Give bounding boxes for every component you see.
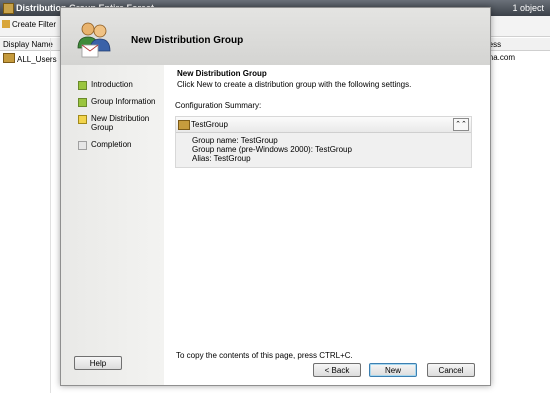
object-count: 1 object xyxy=(512,3,544,13)
summary-item-header[interactable]: TestGroup ⌃⌃ xyxy=(176,117,471,133)
new-distribution-group-dialog: New Distribution Group Introduction Grou… xyxy=(60,7,491,386)
dialog-title: New Distribution Group xyxy=(131,35,244,46)
group-icon xyxy=(3,3,14,14)
wizard-steps: Introduction Group Information New Distr… xyxy=(61,65,164,385)
create-filter-button[interactable]: Create Filter xyxy=(2,20,56,29)
summary-line: Alias: TestGroup xyxy=(192,154,251,163)
step-complete-icon xyxy=(78,98,87,107)
group-icon xyxy=(3,53,15,63)
group-icon xyxy=(178,120,190,130)
page-heading: New Distribution Group xyxy=(177,69,267,78)
configuration-summary-label: Configuration Summary: xyxy=(175,101,262,110)
list-item-address: ina.com xyxy=(487,53,516,62)
copy-hint: To copy the contents of this page, press… xyxy=(176,351,353,360)
step-group-information[interactable]: Group Information xyxy=(78,97,155,107)
summary-line: Group name: TestGroup xyxy=(192,136,278,145)
page-subtitle: Click New to create a distribution group… xyxy=(177,80,412,89)
help-button[interactable]: Help xyxy=(74,356,122,370)
new-button[interactable]: New xyxy=(369,363,417,377)
filter-icon xyxy=(2,20,10,28)
list-item[interactable]: ALL_Users xyxy=(3,53,57,64)
users-group-icon xyxy=(77,22,111,58)
step-completion[interactable]: Completion xyxy=(78,140,131,150)
summary-item-name: TestGroup xyxy=(191,120,228,129)
step-pending-icon xyxy=(78,141,87,150)
step-introduction[interactable]: Introduction xyxy=(78,80,133,90)
dialog-header: New Distribution Group xyxy=(61,8,490,65)
summary-line: Group name (pre-Windows 2000): TestGroup xyxy=(192,145,352,154)
back-button[interactable]: < Back xyxy=(313,363,361,377)
step-complete-icon xyxy=(78,81,87,90)
configuration-summary-panel[interactable]: TestGroup ⌃⌃ Group name: TestGroup Group… xyxy=(175,116,472,168)
step-new-distribution-group[interactable]: New Distribution Group xyxy=(78,114,149,132)
collapse-chevrons-icon[interactable]: ⌃⌃ xyxy=(453,118,469,131)
step-current-icon xyxy=(78,115,87,124)
column-display-name[interactable]: Display Name xyxy=(3,40,53,49)
column-divider xyxy=(50,38,51,393)
cancel-button[interactable]: Cancel xyxy=(427,363,475,377)
wizard-content: New Distribution Group Click New to crea… xyxy=(164,65,490,385)
